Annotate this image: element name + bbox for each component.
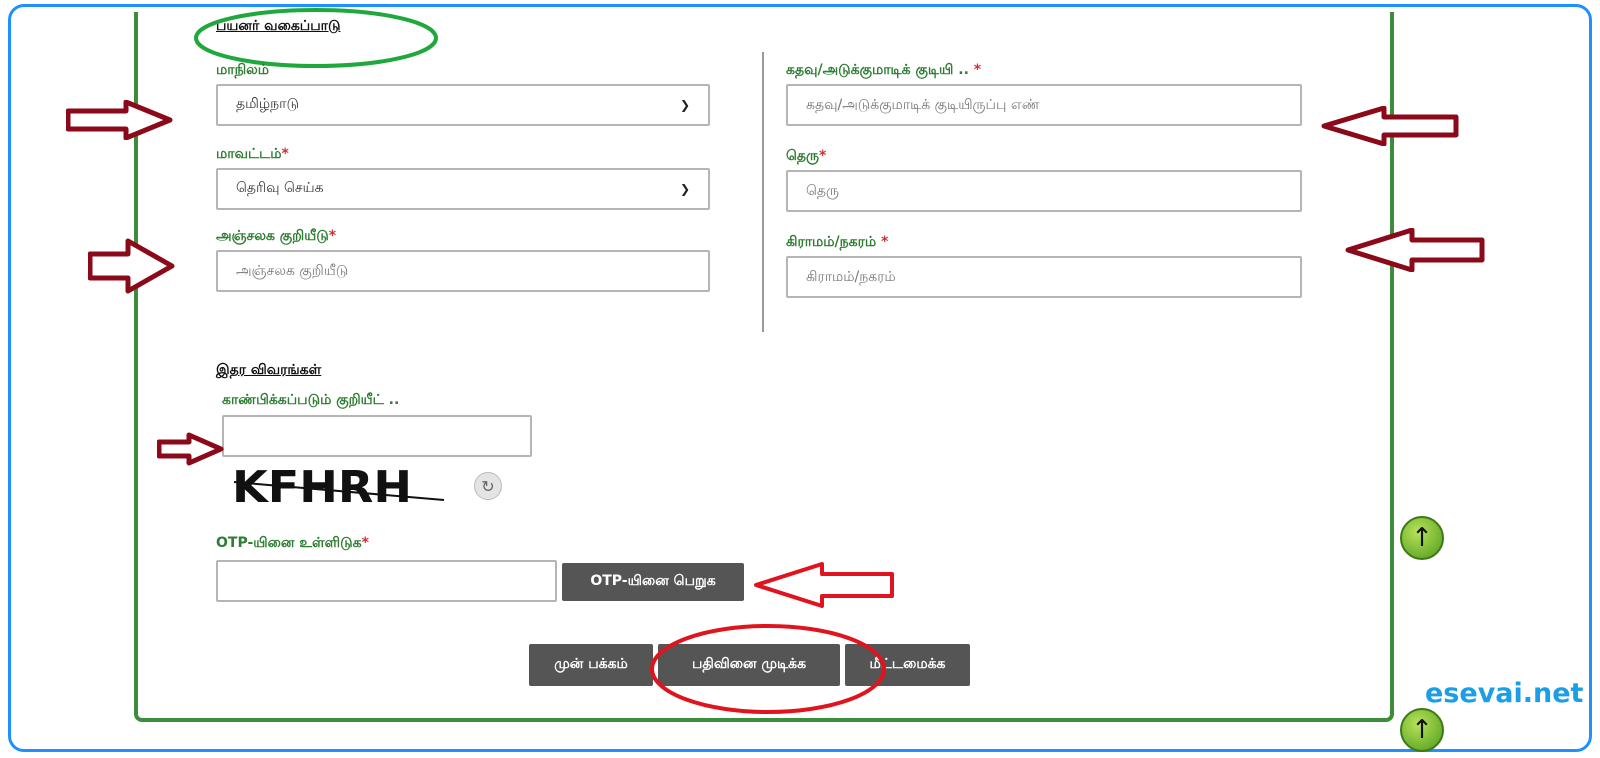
state-value: தமிழ்நாடு — [236, 96, 299, 112]
state-label: மாநிலம் — [216, 62, 270, 78]
pincode-input[interactable] — [236, 252, 690, 290]
village-label: கிராமம்/நகரம் * — [786, 234, 889, 250]
door-no-input[interactable] — [806, 86, 1282, 124]
annotation-arrow-left — [754, 562, 894, 608]
get-otp-button[interactable]: OTP-யினை பெறுக — [562, 563, 744, 601]
otp-input[interactable] — [236, 562, 537, 600]
otp-field[interactable] — [216, 560, 557, 602]
captcha-field[interactable] — [222, 415, 532, 457]
column-divider — [762, 52, 764, 332]
annotation-arrow-right — [157, 432, 224, 466]
highlight-ellipse-red — [650, 624, 886, 714]
brand-watermark: esevai.net — [1425, 678, 1584, 709]
annotation-arrow-right — [88, 238, 175, 294]
arrow-up-icon[interactable]: ↑ — [1400, 516, 1444, 560]
street-label: தெரு* — [786, 148, 827, 164]
captcha-image: KFHRH — [232, 462, 445, 508]
previous-page-button[interactable]: முன் பக்கம் — [529, 644, 653, 686]
chevron-down-icon: ❯ — [679, 98, 690, 112]
door-no-field[interactable] — [786, 84, 1302, 126]
street-input[interactable] — [806, 172, 1282, 210]
village-input[interactable] — [806, 258, 1282, 296]
pincode-label: அஞ்சலக குறியீடு* — [216, 228, 337, 244]
annotation-arrow-left — [1321, 106, 1459, 146]
pincode-field[interactable] — [216, 250, 710, 292]
district-select[interactable]: தெரிவு செய்க ❯ — [216, 168, 710, 210]
arrow-up-icon[interactable]: ↑ — [1400, 708, 1444, 752]
refresh-icon[interactable]: ↻ — [474, 472, 502, 500]
door-no-label: கதவு/அடுக்குமாடிக் குடியி .. * — [786, 62, 982, 78]
captcha-label: காண்பிக்கப்படும் குறியீட் .. — [222, 392, 400, 408]
chevron-down-icon: ❯ — [679, 182, 690, 196]
village-field[interactable] — [786, 256, 1302, 298]
street-field[interactable] — [786, 170, 1302, 212]
district-label: மாவட்டம்* — [216, 146, 289, 162]
annotation-arrow-right — [66, 100, 173, 140]
other-details-heading: இதர விவரங்கள் — [216, 362, 322, 378]
otp-label: OTP-யினை உள்ளிடுக* — [216, 535, 369, 551]
highlight-ellipse-green — [194, 8, 438, 68]
annotation-arrow-left — [1345, 228, 1485, 272]
district-value: தெரிவு செய்க — [236, 180, 324, 196]
state-select[interactable]: தமிழ்நாடு ❯ — [216, 84, 710, 126]
captcha-input[interactable] — [242, 417, 512, 455]
